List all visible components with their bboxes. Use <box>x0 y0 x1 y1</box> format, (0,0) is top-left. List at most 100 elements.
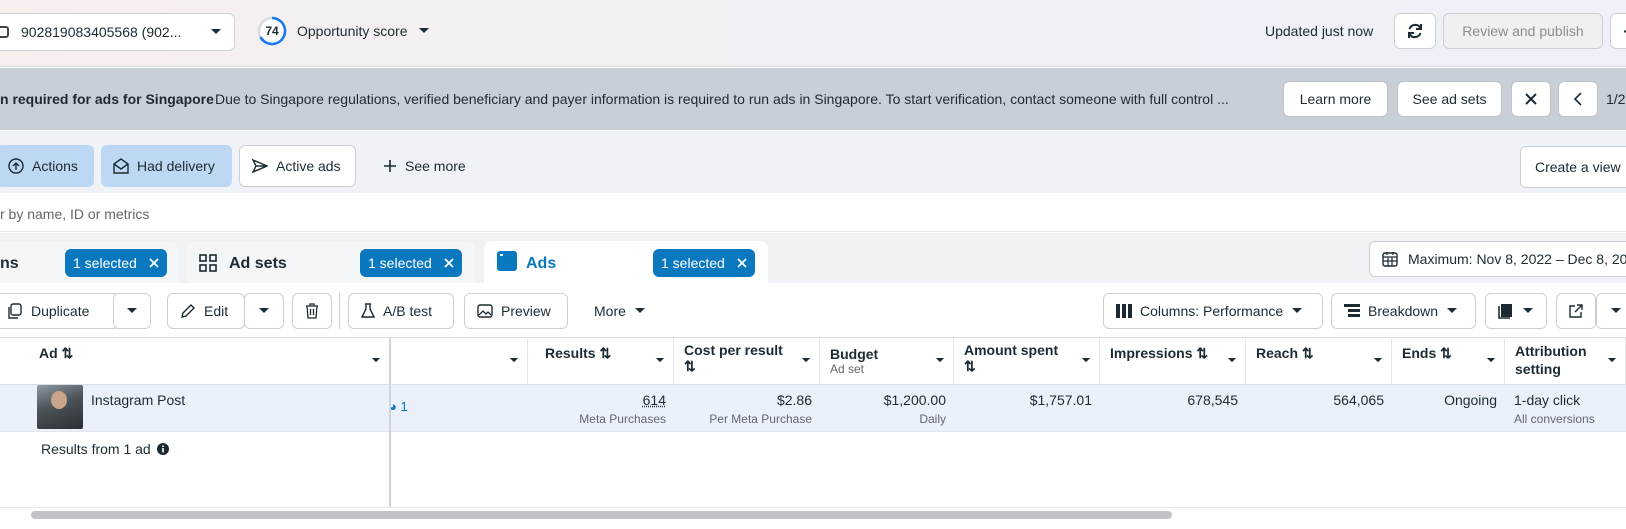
sort-icon: ⇅ <box>1301 345 1314 361</box>
filter-actions[interactable]: Actions <box>0 145 94 187</box>
checkbox-column-header[interactable] <box>0 337 30 385</box>
filter-actions-label: Actions <box>32 158 78 174</box>
plus-icon <box>384 160 396 172</box>
edit-label: Edit <box>204 303 229 319</box>
edit-dropdown[interactable] <box>244 293 284 329</box>
refresh-button[interactable] <box>1394 13 1436 49</box>
close-icon[interactable] <box>444 258 454 268</box>
amount-spent-cell: $1,757.01 <box>1029 392 1092 408</box>
tab-ads[interactable]: Ads 1 selected <box>484 241 768 283</box>
external-link-icon <box>1569 304 1583 318</box>
tab-campaigns-label: ns <box>0 255 19 272</box>
breakdown-icon <box>1344 304 1360 317</box>
column-header-impressions[interactable]: Impressions ⇅ <box>1100 337 1246 385</box>
column-header-reach[interactable]: Reach ⇅ <box>1246 337 1392 385</box>
flask-icon <box>361 303 375 318</box>
filter-had-delivery[interactable]: Had delivery <box>101 145 232 187</box>
pencil-icon <box>181 304 195 318</box>
ad-sets-selected-badge[interactable]: 1 selected <box>360 249 462 277</box>
see-more-filters-button[interactable]: See more <box>371 145 481 187</box>
columns-icon <box>1116 304 1132 318</box>
breakdown-button[interactable]: Breakdown <box>1331 293 1476 329</box>
chevron-down-icon <box>1081 358 1091 363</box>
tab-campaigns[interactable]: ns 1 selected <box>0 241 178 283</box>
account-label: 902819083405568 (902... <box>21 24 182 40</box>
totals-row: Results from 1 ad <box>41 441 169 457</box>
previous-notice-button[interactable] <box>1558 81 1598 117</box>
column-header-amount-spent[interactable]: Amount spent ⇅ <box>954 337 1100 385</box>
column-header-delivery[interactable] <box>391 337 528 385</box>
duplicate-label: Duplicate <box>31 303 90 319</box>
more-label: More <box>594 303 626 319</box>
preview-button[interactable]: Preview <box>464 293 568 329</box>
chevron-down-icon <box>801 358 811 363</box>
search-input[interactable]: r by name, ID or metrics <box>0 206 149 222</box>
campaigns-selected-badge[interactable]: 1 selected <box>65 249 167 277</box>
refresh-icon <box>1408 23 1422 39</box>
chevron-down-icon <box>371 358 381 363</box>
selected-count: 1 selected <box>661 255 725 271</box>
selected-count: 1 selected <box>73 255 137 271</box>
columns-button[interactable]: Columns: Performance <box>1103 293 1323 329</box>
date-range-picker[interactable]: Maximum: Nov 8, 2022 – Dec 8, 2022 <box>1369 241 1626 277</box>
chevron-down-icon <box>418 28 429 33</box>
close-icon[interactable] <box>737 258 747 268</box>
toolbar-divider <box>339 293 340 329</box>
account-selector[interactable]: 902819083405568 (902... <box>0 13 235 51</box>
chevron-down-icon <box>211 29 221 34</box>
search-bar[interactable]: r by name, ID or metrics <box>0 193 1626 232</box>
opportunity-score[interactable]: 74 Opportunity score <box>257 16 430 46</box>
ab-test-label: A/B test <box>383 303 433 319</box>
see-more-label: See more <box>405 158 466 174</box>
ab-test-button[interactable]: A/B test <box>348 293 454 329</box>
column-cost-label: Cost per result <box>684 342 783 358</box>
chevron-down-icon <box>655 358 665 363</box>
more-button[interactable]: More <box>582 293 662 329</box>
trash-icon <box>306 303 318 319</box>
review-publish-button[interactable]: Review and publish <box>1443 13 1603 49</box>
see-ad-sets-button[interactable]: See ad sets <box>1397 81 1502 117</box>
delivery-cell[interactable]: ◕ 1 <box>389 399 408 414</box>
create-view-button[interactable]: Create a view <box>1520 146 1626 188</box>
frozen-column-divider[interactable] <box>389 337 391 507</box>
column-header-results[interactable]: Results ⇅ <box>528 337 674 385</box>
ends-cell: Ongoing <box>1444 392 1497 408</box>
column-reach-label: Reach <box>1256 345 1299 361</box>
sort-icon: ⇅ <box>599 345 612 361</box>
image-icon <box>477 304 493 318</box>
close-banner-button[interactable] <box>1511 81 1551 117</box>
column-header-cost-per-result[interactable]: Cost per result ⇅ <box>674 337 820 385</box>
chevron-down-icon <box>1292 308 1303 313</box>
more-options-button[interactable]: ·· <box>1610 13 1626 49</box>
duplicate-button[interactable]: Duplicate <box>0 293 120 329</box>
send-icon <box>252 158 268 174</box>
selected-count: 1 selected <box>368 255 432 271</box>
ads-selected-badge[interactable]: 1 selected <box>653 249 755 277</box>
filter-active-ads[interactable]: Active ads <box>239 145 356 187</box>
ad-name[interactable]: Instagram Post <box>91 392 185 408</box>
delete-button[interactable] <box>292 293 332 329</box>
column-header-budget[interactable]: Budget Ad set <box>820 337 954 385</box>
column-attribution-label: Attribution setting <box>1515 343 1587 377</box>
chevron-down-icon <box>1486 358 1496 363</box>
column-header-ad[interactable]: Ad ⇅ <box>29 337 390 385</box>
column-amount-label: Amount spent <box>964 342 1059 358</box>
column-header-attribution[interactable]: Attribution setting <box>1505 337 1626 385</box>
tab-ad-sets[interactable]: Ad sets 1 selected <box>187 241 475 283</box>
results-value[interactable]: 614 <box>530 392 666 408</box>
export-button[interactable] <box>1556 293 1596 329</box>
score-ring: 74 <box>257 16 287 46</box>
budget-value: $1,200.00 <box>883 392 946 408</box>
scrollbar-thumb[interactable] <box>31 511 1172 519</box>
column-header-ends[interactable]: Ends ⇅ <box>1392 337 1505 385</box>
info-icon[interactable] <box>156 443 169 455</box>
chevron-left-icon <box>1573 92 1582 106</box>
learn-more-button[interactable]: Learn more <box>1283 81 1388 117</box>
edit-button[interactable]: Edit <box>167 293 245 329</box>
duplicate-dropdown[interactable] <box>113 293 151 329</box>
attribution-sub: All conversions <box>1514 412 1595 426</box>
close-icon[interactable] <box>149 258 159 268</box>
cost-value: $2.86 <box>776 392 812 408</box>
reports-button[interactable] <box>1485 293 1547 329</box>
export-dropdown[interactable] <box>1596 293 1626 329</box>
